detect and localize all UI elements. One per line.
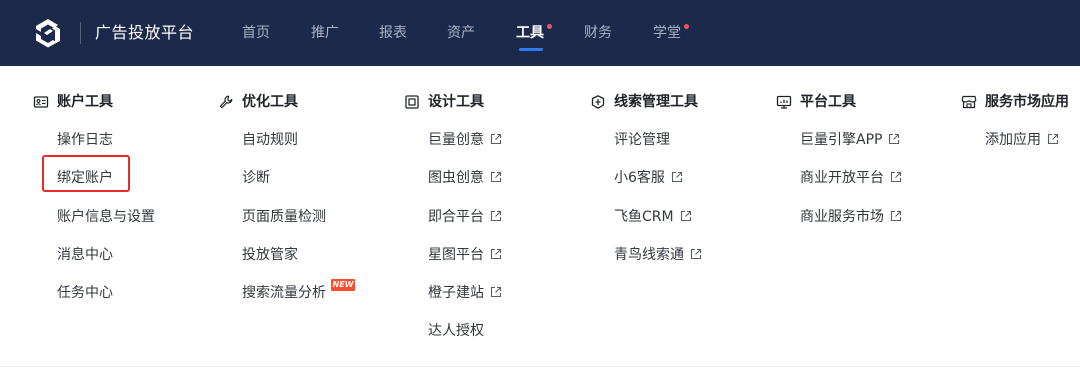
menu-item-chengzi-site-builder[interactable]: 橙子建站	[428, 283, 502, 303]
column-title: 线索管理工具	[614, 94, 698, 110]
monitor-icon	[776, 95, 792, 109]
design-icon	[405, 95, 419, 109]
external-link-icon	[1047, 133, 1059, 145]
external-link-icon	[889, 133, 900, 145]
top-navigation-bar: 广告投放平台 首页 推广 报表 资产 工具 财务 学堂	[0, 0, 1080, 66]
brand-name: 广告投放平台	[95, 23, 195, 42]
menu-item-tuchong-creative[interactable]: 图虫创意	[428, 168, 502, 188]
menu-item-jihe-platform[interactable]: 即合平台	[428, 207, 502, 227]
external-link-icon	[490, 133, 502, 145]
column-title: 平台工具	[800, 94, 856, 110]
brand-divider	[80, 22, 81, 44]
menu-item-page-quality-check[interactable]: 页面质量检测	[242, 207, 326, 227]
column-title: 设计工具	[428, 94, 484, 110]
menu-item-account-info-settings[interactable]: 账户信息与设置	[57, 207, 155, 227]
external-link-icon	[680, 210, 691, 222]
column-title: 优化工具	[242, 94, 298, 110]
menu-item-feiyu-crm[interactable]: 飞鱼CRM	[614, 207, 692, 227]
menu-item-xingtu-platform[interactable]: 星图平台	[428, 245, 502, 265]
nav-home[interactable]: 首页	[242, 23, 270, 43]
external-link-icon	[890, 171, 902, 183]
menu-item-search-traffic-analysis[interactable]: 搜索流量分析	[242, 283, 326, 303]
menu-item-auto-rules[interactable]: 自动规则	[242, 130, 298, 150]
external-link-icon	[690, 248, 702, 260]
shield-icon	[591, 95, 605, 109]
menu-item-business-open-platform[interactable]: 商业开放平台	[800, 168, 902, 188]
external-link-icon	[890, 210, 902, 222]
menu-item-message-center[interactable]: 消息中心	[57, 245, 113, 265]
store-icon	[961, 95, 977, 109]
menu-item-comment-management[interactable]: 评论管理	[614, 130, 670, 150]
nav-academy-notification-dot	[684, 24, 689, 29]
nav-promotion[interactable]: 推广	[311, 23, 339, 43]
menu-item-xiao6-customer-service[interactable]: 小6客服	[614, 168, 683, 188]
nav-tools-notification-dot	[547, 24, 552, 29]
menu-item-influencer-authorization[interactable]: 达人授权	[428, 321, 484, 341]
menu-item-juliang-engine-app[interactable]: 巨量引擎APP	[800, 130, 900, 150]
external-link-icon	[671, 171, 682, 183]
nav-tools[interactable]: 工具	[516, 23, 544, 43]
menu-item-qingniao-leads[interactable]: 青鸟线索通	[614, 245, 702, 265]
menu-item-juliang-creative[interactable]: 巨量创意	[428, 130, 502, 150]
external-link-icon	[490, 286, 502, 298]
external-link-icon	[490, 210, 502, 222]
nav-finance[interactable]: 财务	[584, 23, 612, 43]
logo-icon[interactable]	[32, 17, 64, 49]
new-badge: NEW	[331, 279, 355, 291]
menu-item-business-service-market[interactable]: 商业服务市场	[800, 207, 902, 227]
menu-item-task-center[interactable]: 任务中心	[57, 283, 113, 303]
wrench-icon	[219, 95, 233, 109]
highlight-box	[42, 155, 130, 192]
menu-item-add-application[interactable]: 添加应用	[985, 130, 1059, 150]
nav-reports[interactable]: 报表	[379, 23, 407, 43]
column-title: 账户工具	[57, 94, 113, 110]
external-link-icon	[490, 248, 502, 260]
menu-item-diagnosis[interactable]: 诊断	[242, 168, 270, 188]
bottom-divider	[0, 366, 1080, 367]
nav-assets[interactable]: 资产	[447, 23, 475, 43]
menu-item-operation-log[interactable]: 操作日志	[57, 130, 113, 150]
id-card-icon	[33, 96, 49, 108]
external-link-icon	[490, 171, 502, 183]
column-title: 服务市场应用	[985, 94, 1069, 110]
menu-item-delivery-manager[interactable]: 投放管家	[242, 245, 298, 265]
nav-academy[interactable]: 学堂	[653, 23, 681, 43]
nav-active-underline	[519, 48, 543, 51]
